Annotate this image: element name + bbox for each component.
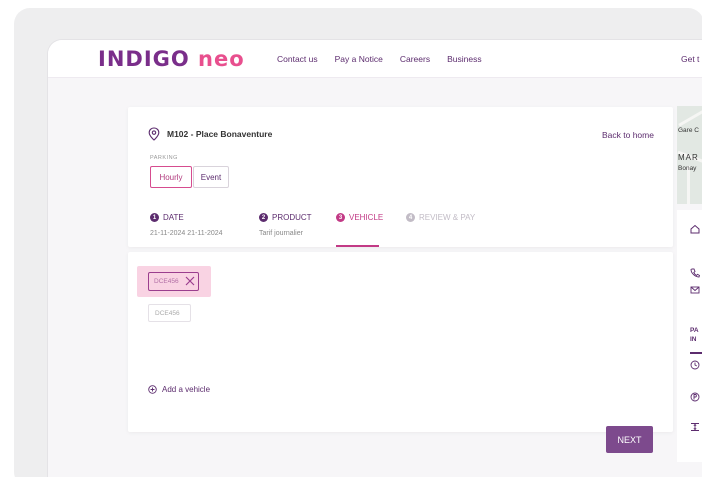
plate-input-field[interactable]: DCE456 bbox=[148, 304, 191, 322]
next-button[interactable]: NEXT bbox=[606, 426, 653, 453]
nav-careers[interactable]: Careers bbox=[400, 54, 430, 64]
step-review-pay: 4 REVIEW & PAY bbox=[406, 213, 475, 222]
back-to-home-link[interactable]: Back to home bbox=[602, 130, 654, 140]
sidebar-section-underline bbox=[690, 352, 702, 354]
step-number-badge: 2 bbox=[259, 213, 268, 222]
map-label: Gare C bbox=[678, 127, 699, 134]
step-vehicle[interactable]: 3 VEHICLE bbox=[336, 213, 383, 222]
map-road bbox=[678, 108, 702, 127]
step-label: DATE bbox=[163, 213, 184, 222]
parking-info-sidebar: PA IN bbox=[677, 210, 702, 462]
location-pin-icon bbox=[148, 127, 160, 141]
hourly-button[interactable]: Hourly bbox=[150, 166, 192, 188]
plate-number: DCE456 bbox=[154, 278, 179, 285]
map-label: Bonay bbox=[678, 165, 697, 172]
step-number-badge: 1 bbox=[150, 213, 159, 222]
mail-icon bbox=[690, 286, 700, 294]
close-icon[interactable] bbox=[185, 276, 195, 286]
step-label: REVIEW & PAY bbox=[419, 213, 476, 222]
nav-get-link[interactable]: Get t bbox=[681, 54, 699, 64]
plus-circle-icon bbox=[148, 385, 157, 394]
step-product-value: Tarif journalier bbox=[259, 230, 303, 237]
active-step-indicator bbox=[336, 245, 379, 247]
parking-icon bbox=[690, 392, 700, 402]
step-number-badge: 3 bbox=[336, 213, 345, 222]
clock-icon bbox=[690, 360, 700, 370]
step-label: PRODUCT bbox=[272, 213, 312, 222]
parking-location-name: M102 - Place Bonaventure bbox=[167, 129, 273, 139]
parking-type-label: PARKING bbox=[150, 155, 178, 161]
step-date-value: 21-11-2024 21-11-2024 bbox=[150, 230, 223, 237]
step-date[interactable]: 1 DATE bbox=[150, 213, 184, 222]
top-navigation-bar: INDIGO neo Contact us Pay a Notice Caree… bbox=[48, 40, 702, 78]
add-vehicle-button[interactable]: Add a vehicle bbox=[148, 385, 210, 394]
add-vehicle-label: Add a vehicle bbox=[162, 385, 211, 394]
step-label: VEHICLE bbox=[349, 213, 384, 222]
event-button[interactable]: Event bbox=[193, 166, 229, 188]
height-limit-icon bbox=[691, 423, 699, 431]
home-icon bbox=[690, 224, 700, 234]
map-label: MAR bbox=[678, 153, 699, 162]
main-nav: Contact us Pay a Notice Careers Business bbox=[277, 54, 482, 64]
booking-summary-card: M102 - Place Bonaventure Back to home PA… bbox=[128, 107, 673, 247]
sidebar-section-label: PA IN bbox=[690, 327, 699, 343]
nav-business[interactable]: Business bbox=[447, 54, 482, 64]
browser-screen: INDIGO neo Contact us Pay a Notice Caree… bbox=[48, 40, 702, 477]
indigo-neo-logo[interactable]: INDIGO neo bbox=[98, 46, 245, 72]
phone-icon bbox=[690, 268, 700, 278]
nav-pay-a-notice[interactable]: Pay a Notice bbox=[335, 54, 383, 64]
step-number-badge: 4 bbox=[406, 213, 415, 222]
map-thumbnail[interactable]: Gare C MAR Bonay bbox=[677, 106, 702, 204]
step-product[interactable]: 2 PRODUCT bbox=[259, 213, 312, 222]
vehicle-selection-card: DCE456 DCE456 Add a vehicle NEXT bbox=[128, 252, 673, 453]
nav-contact-us[interactable]: Contact us bbox=[277, 54, 318, 64]
